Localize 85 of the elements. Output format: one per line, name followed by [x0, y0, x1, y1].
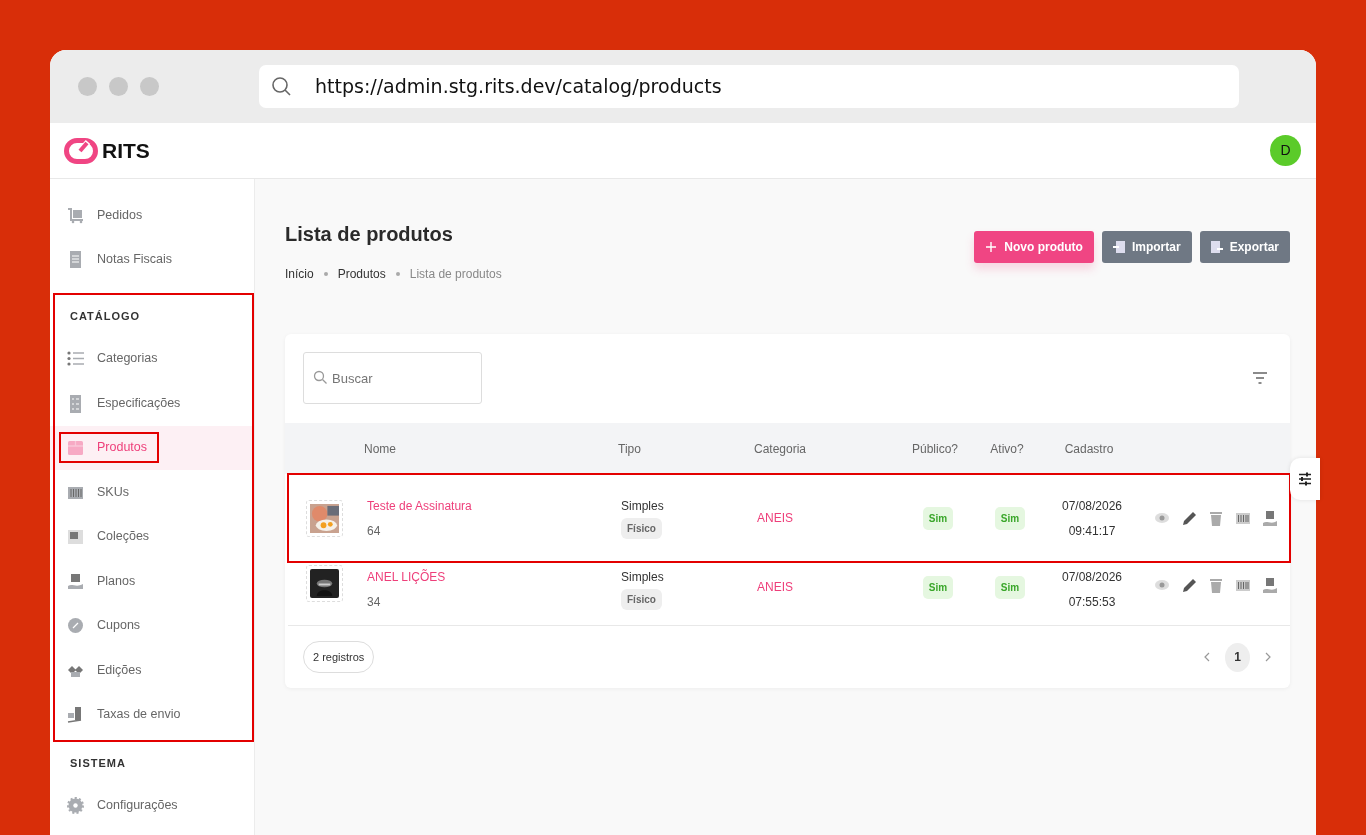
- sidebar-label: Configurações: [97, 797, 178, 815]
- time-text: 09:41:17: [1067, 522, 1117, 540]
- breadcrumb-current: Lista de produtos: [409, 266, 502, 283]
- sidebar-item[interactable]: SKUs: [50, 470, 253, 515]
- logo-text: RITS: [102, 137, 150, 164]
- delete-icon[interactable]: [1207, 509, 1225, 527]
- next-page-icon[interactable]: [1264, 652, 1272, 662]
- product-code: 34: [367, 594, 382, 611]
- product-link[interactable]: Teste de Assinatura: [367, 496, 621, 515]
- status-tag: Sim: [922, 576, 954, 599]
- status-tag: Sim: [922, 506, 954, 530]
- delete-icon[interactable]: [1207, 576, 1225, 594]
- window-dot: [140, 77, 159, 96]
- plus-icon: [985, 241, 998, 253]
- date-text: 07/08/2026: [1060, 497, 1124, 515]
- column-header: Nome: [364, 441, 396, 456]
- file-import-icon: [1112, 241, 1125, 253]
- column-header: Tipo: [618, 441, 641, 456]
- edit-icon[interactable]: [1180, 576, 1198, 594]
- column-header: Categoria: [754, 441, 807, 456]
- column-header: Público?: [912, 441, 958, 456]
- window-dot: [109, 77, 128, 96]
- sidebar-label: Coleções: [97, 528, 150, 546]
- product-link[interactable]: ANEL LIÇÕES: [367, 568, 621, 586]
- record-count: 2 registros: [303, 640, 375, 674]
- sidebar-item[interactable]: Produtos: [50, 425, 253, 470]
- new-product-button[interactable]: Novo produto: [974, 231, 1094, 263]
- page-button[interactable]: 1: [1225, 642, 1250, 672]
- column-header: Cadastro: [1064, 441, 1114, 456]
- previous-page-icon[interactable]: [1203, 652, 1211, 662]
- sidebar-label: Categorias: [97, 350, 158, 368]
- sidebar-label: SKUs: [97, 483, 129, 501]
- sidebar-item[interactable]: Edições: [50, 648, 253, 693]
- sidebar-item[interactable]: Coleções: [50, 514, 253, 559]
- type-text: Simples: [621, 569, 665, 586]
- category-link[interactable]: ANEIS: [757, 511, 793, 525]
- window-dot: [78, 77, 97, 96]
- sidebar-label: Notas Fiscais: [97, 251, 173, 269]
- sidebar-item[interactable]: Notas Fiscais: [50, 237, 253, 282]
- sidebar-item[interactable]: Categorias: [50, 336, 253, 381]
- breadcrumb-link[interactable]: Início: [285, 265, 314, 283]
- sidebar-item[interactable]: Taxas de envio: [50, 692, 253, 737]
- sidebar-item[interactable]: Especificações: [50, 381, 253, 426]
- sidebar-label: Planos: [97, 572, 136, 590]
- sidebar-item[interactable]: Cupons: [50, 603, 253, 648]
- type-text: Simples: [621, 498, 665, 515]
- url-text: https://admin.stg.rits.dev/catalog/products: [315, 74, 722, 100]
- frame-icon: [66, 527, 85, 547]
- search-icon: [271, 75, 293, 98]
- gear-icon: [66, 796, 85, 816]
- date-text: 07/08/2026: [1060, 569, 1124, 586]
- category-link[interactable]: ANEIS: [757, 580, 793, 594]
- sidebar-label: Cupons: [97, 617, 141, 635]
- sliders-icon: [1298, 472, 1312, 486]
- logo-icon: [64, 137, 98, 164]
- status-tag: Sim: [994, 506, 1026, 530]
- sidebar-item[interactable]: Planos: [50, 559, 253, 604]
- settings-tab[interactable]: [1290, 458, 1320, 500]
- search-field[interactable]: Buscar: [303, 352, 482, 404]
- type-tag: Físico: [621, 589, 662, 610]
- file-export-icon: [1210, 241, 1223, 253]
- edit-icon[interactable]: [1180, 509, 1198, 527]
- section-heading: CATÁLOGO: [69, 309, 142, 324]
- page-title: Lista de produtos: [285, 222, 454, 247]
- import-button[interactable]: Importar: [1101, 231, 1192, 263]
- status-tag: Sim: [994, 576, 1026, 599]
- sidebar-label: Taxas de envio: [97, 706, 181, 724]
- sidebar-label: Produtos: [97, 439, 148, 457]
- export-button[interactable]: Exportar: [1199, 231, 1290, 263]
- address-bar[interactable]: https://admin.stg.rits.dev/catalog/products: [259, 65, 1239, 108]
- time-text: 07:55:53: [1067, 594, 1117, 611]
- sidebar-label: Pedidos: [97, 206, 143, 224]
- product-code: 64: [367, 522, 382, 540]
- type-tag: Físico: [621, 518, 662, 539]
- user-avatar[interactable]: D: [1270, 135, 1301, 166]
- breadcrumb-link[interactable]: Produtos: [337, 265, 386, 283]
- sidebar-item[interactable]: Pedidos: [50, 193, 253, 238]
- sidebar-label: Edições: [97, 661, 142, 679]
- column-header: Ativo?: [990, 441, 1024, 456]
- cart-icon: [66, 205, 85, 225]
- sidebar-label: Especificações: [97, 394, 181, 412]
- box-icon: [66, 438, 85, 458]
- section-heading: SISTEMA: [69, 756, 127, 771]
- filter-icon[interactable]: [1252, 372, 1268, 384]
- sidebar-item[interactable]: Configurações: [50, 783, 253, 828]
